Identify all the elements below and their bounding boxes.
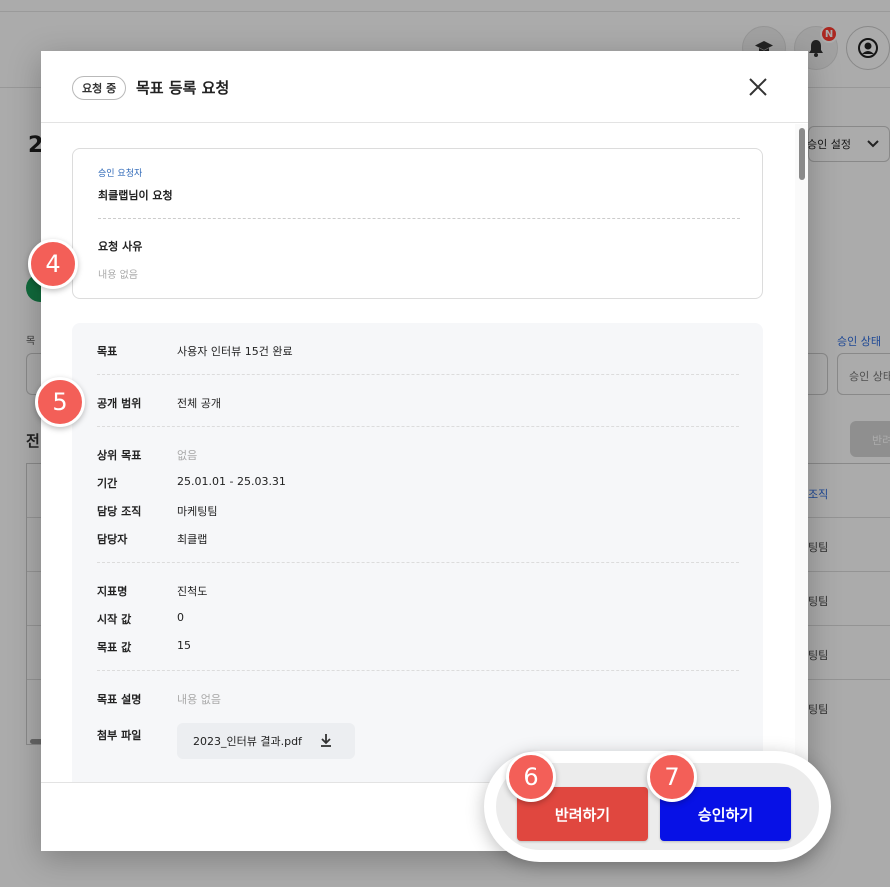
divider (97, 374, 739, 375)
step-marker-4: 4 (28, 239, 78, 289)
attachment-file[interactable]: 2023_인터뷰 결과.pdf (177, 723, 355, 759)
start-value: 0 (177, 611, 184, 624)
goal-label: 목표 (97, 345, 118, 358)
visibility-label: 공개 범위 (97, 397, 142, 410)
parent-goal-value: 없음 (177, 449, 198, 462)
start-value-label: 시작 값 (97, 613, 132, 626)
org-label: 담당 조직 (97, 505, 142, 518)
divider (97, 562, 739, 563)
attachment-file-name: 2023_인터뷰 결과.pdf (193, 735, 302, 748)
reason-label: 요청 사유 (98, 240, 143, 253)
scrollbar-thumb[interactable] (799, 128, 805, 180)
step-marker-7: 7 (647, 752, 697, 802)
requester-label: 승인 요청자 (98, 169, 143, 179)
divider (97, 426, 739, 427)
owner-label: 담당자 (97, 533, 128, 546)
divider (97, 670, 739, 671)
period-value: 25.01.01 - 25.03.31 (177, 475, 286, 488)
download-icon (321, 734, 331, 747)
metric-value: 진척도 (177, 585, 208, 598)
goal-value: 사용자 인터뷰 15건 완료 (177, 345, 293, 358)
modal-body: 승인 요청자 최클랩님이 요청 요청 사유 내용 없음 목표 사용자 인터뷰 1… (41, 124, 808, 793)
owner-value: 최클랩 (177, 533, 208, 546)
requester-value: 최클랩님이 요청 (98, 189, 173, 202)
close-icon (749, 78, 767, 96)
goal-detail-card: 목표 사용자 인터뷰 15건 완료 공개 범위 전체 공개 상위 목표 없음 기… (72, 323, 763, 793)
modal-title: 목표 등록 요청 (136, 79, 230, 97)
period-label: 기간 (97, 477, 118, 490)
attachment-label: 첨부 파일 (97, 729, 142, 742)
step-marker-6: 6 (506, 752, 556, 802)
org-value: 마케팅팀 (177, 505, 218, 518)
description-label: 목표 설명 (97, 693, 142, 706)
close-button[interactable] (743, 72, 773, 102)
request-info-card: 승인 요청자 최클랩님이 요청 요청 사유 내용 없음 (72, 148, 763, 299)
divider (98, 218, 740, 219)
description-value: 내용 없음 (177, 693, 221, 706)
modal-header: 요청 중 목표 등록 요청 (41, 51, 808, 123)
goal-request-modal: 요청 중 목표 등록 요청 승인 요청자 최클랩님이 요청 요청 사유 내용 없… (41, 51, 808, 851)
visibility-value: 전체 공개 (177, 397, 221, 410)
scrollbar-track[interactable] (795, 124, 808, 780)
target-value: 15 (177, 639, 191, 652)
parent-goal-label: 상위 목표 (97, 449, 142, 462)
step-marker-5: 5 (35, 377, 85, 427)
metric-label: 지표명 (97, 585, 128, 598)
status-badge: 요청 중 (72, 76, 127, 100)
reason-value: 내용 없음 (98, 270, 138, 281)
target-value-label: 목표 값 (97, 641, 132, 654)
